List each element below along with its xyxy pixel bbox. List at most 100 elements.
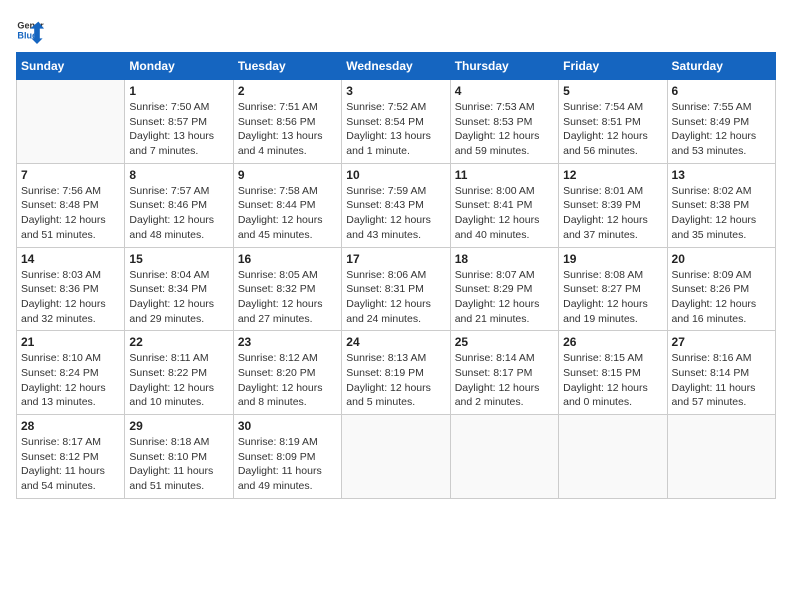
day-number: 10 [346, 168, 445, 182]
logo-icon: General Blue [16, 16, 44, 44]
day-number: 12 [563, 168, 662, 182]
day-number: 17 [346, 252, 445, 266]
day-info: Sunrise: 7:53 AM Sunset: 8:53 PM Dayligh… [455, 100, 554, 159]
day-number: 1 [129, 84, 228, 98]
column-header-tuesday: Tuesday [233, 53, 341, 80]
calendar-week-row: 1 Sunrise: 7:50 AM Sunset: 8:57 PM Daylig… [17, 80, 776, 164]
day-number: 14 [21, 252, 120, 266]
calendar-cell: 4 Sunrise: 7:53 AM Sunset: 8:53 PM Daylig… [450, 80, 558, 164]
day-info: Sunrise: 8:05 AM Sunset: 8:32 PM Dayligh… [238, 268, 337, 327]
day-number: 20 [672, 252, 771, 266]
page-header: General Blue [16, 16, 776, 44]
day-number: 7 [21, 168, 120, 182]
calendar-cell: 25 Sunrise: 8:14 AM Sunset: 8:17 PM Dayli… [450, 331, 558, 415]
day-info: Sunrise: 8:13 AM Sunset: 8:19 PM Dayligh… [346, 351, 445, 410]
day-info: Sunrise: 7:51 AM Sunset: 8:56 PM Dayligh… [238, 100, 337, 159]
column-header-wednesday: Wednesday [342, 53, 450, 80]
calendar-week-row: 21 Sunrise: 8:10 AM Sunset: 8:24 PM Dayli… [17, 331, 776, 415]
calendar-cell [342, 415, 450, 499]
day-info: Sunrise: 8:01 AM Sunset: 8:39 PM Dayligh… [563, 184, 662, 243]
calendar-cell: 1 Sunrise: 7:50 AM Sunset: 8:57 PM Daylig… [125, 80, 233, 164]
calendar-cell: 28 Sunrise: 8:17 AM Sunset: 8:12 PM Dayli… [17, 415, 125, 499]
day-info: Sunrise: 8:19 AM Sunset: 8:09 PM Dayligh… [238, 435, 337, 494]
day-number: 8 [129, 168, 228, 182]
calendar-cell [667, 415, 775, 499]
calendar-cell [17, 80, 125, 164]
calendar-cell: 22 Sunrise: 8:11 AM Sunset: 8:22 PM Dayli… [125, 331, 233, 415]
calendar-cell: 16Sunrise: 8:05 AM Sunset: 8:32 PM Dayli… [233, 247, 341, 331]
calendar-cell: 10 Sunrise: 7:59 AM Sunset: 8:43 PM Dayli… [342, 163, 450, 247]
day-number: 21 [21, 335, 120, 349]
day-info: Sunrise: 7:55 AM Sunset: 8:49 PM Dayligh… [672, 100, 771, 159]
day-info: Sunrise: 8:04 AM Sunset: 8:34 PM Dayligh… [129, 268, 228, 327]
calendar-cell: 18 Sunrise: 8:07 AM Sunset: 8:29 PM Dayli… [450, 247, 558, 331]
day-info: Sunrise: 8:03 AM Sunset: 8:36 PM Dayligh… [21, 268, 120, 327]
column-header-thursday: Thursday [450, 53, 558, 80]
day-number: 19 [563, 252, 662, 266]
day-info: Sunrise: 8:07 AM Sunset: 8:29 PM Dayligh… [455, 268, 554, 327]
calendar-cell: 23 Sunrise: 8:12 AM Sunset: 8:20 PM Dayli… [233, 331, 341, 415]
day-number: 22 [129, 335, 228, 349]
calendar-cell [450, 415, 558, 499]
day-number: 30 [238, 419, 337, 433]
day-number: 29 [129, 419, 228, 433]
column-header-sunday: Sunday [17, 53, 125, 80]
calendar-week-row: 7 Sunrise: 7:56 AM Sunset: 8:48 PM Daylig… [17, 163, 776, 247]
calendar-cell: 30 Sunrise: 8:19 AM Sunset: 8:09 PM Dayli… [233, 415, 341, 499]
logo: General Blue [16, 16, 44, 44]
calendar-cell: 21 Sunrise: 8:10 AM Sunset: 8:24 PM Dayli… [17, 331, 125, 415]
calendar-header-row: SundayMondayTuesdayWednesdayThursdayFrid… [17, 53, 776, 80]
calendar-week-row: 28 Sunrise: 8:17 AM Sunset: 8:12 PM Dayli… [17, 415, 776, 499]
calendar-cell: 17 Sunrise: 8:06 AM Sunset: 8:31 PM Dayli… [342, 247, 450, 331]
day-info: Sunrise: 7:52 AM Sunset: 8:54 PM Dayligh… [346, 100, 445, 159]
day-info: Sunrise: 7:57 AM Sunset: 8:46 PM Dayligh… [129, 184, 228, 243]
day-number: 24 [346, 335, 445, 349]
day-number: 9 [238, 168, 337, 182]
day-info: Sunrise: 8:15 AM Sunset: 8:15 PM Dayligh… [563, 351, 662, 410]
day-info: Sunrise: 8:11 AM Sunset: 8:22 PM Dayligh… [129, 351, 228, 410]
calendar-cell: 15 Sunrise: 8:04 AM Sunset: 8:34 PM Dayli… [125, 247, 233, 331]
column-header-friday: Friday [559, 53, 667, 80]
column-header-monday: Monday [125, 53, 233, 80]
calendar-cell: 7 Sunrise: 7:56 AM Sunset: 8:48 PM Daylig… [17, 163, 125, 247]
day-info: Sunrise: 7:54 AM Sunset: 8:51 PM Dayligh… [563, 100, 662, 159]
day-info: Sunrise: 8:09 AM Sunset: 8:26 PM Dayligh… [672, 268, 771, 327]
calendar-cell: 6 Sunrise: 7:55 AM Sunset: 8:49 PM Daylig… [667, 80, 775, 164]
day-info: Sunrise: 8:14 AM Sunset: 8:17 PM Dayligh… [455, 351, 554, 410]
day-number: 28 [21, 419, 120, 433]
day-info: Sunrise: 8:00 AM Sunset: 8:41 PM Dayligh… [455, 184, 554, 243]
calendar-cell: 26 Sunrise: 8:15 AM Sunset: 8:15 PM Dayli… [559, 331, 667, 415]
day-number: 15 [129, 252, 228, 266]
day-number: 26 [563, 335, 662, 349]
day-number: 5 [563, 84, 662, 98]
day-info: Sunrise: 8:16 AM Sunset: 8:14 PM Dayligh… [672, 351, 771, 410]
day-number: 3 [346, 84, 445, 98]
day-number: 4 [455, 84, 554, 98]
calendar-cell: 20 Sunrise: 8:09 AM Sunset: 8:26 PM Dayli… [667, 247, 775, 331]
day-info: Sunrise: 8:10 AM Sunset: 8:24 PM Dayligh… [21, 351, 120, 410]
day-info: Sunrise: 8:08 AM Sunset: 8:27 PM Dayligh… [563, 268, 662, 327]
column-header-saturday: Saturday [667, 53, 775, 80]
calendar-cell: 9Sunrise: 7:58 AM Sunset: 8:44 PM Daylig… [233, 163, 341, 247]
day-info: Sunrise: 8:06 AM Sunset: 8:31 PM Dayligh… [346, 268, 445, 327]
calendar-cell: 12 Sunrise: 8:01 AM Sunset: 8:39 PM Dayli… [559, 163, 667, 247]
calendar-cell: 2Sunrise: 7:51 AM Sunset: 8:56 PM Daylig… [233, 80, 341, 164]
day-info: Sunrise: 8:18 AM Sunset: 8:10 PM Dayligh… [129, 435, 228, 494]
day-number: 18 [455, 252, 554, 266]
calendar-cell: 19 Sunrise: 8:08 AM Sunset: 8:27 PM Dayli… [559, 247, 667, 331]
day-info: Sunrise: 7:56 AM Sunset: 8:48 PM Dayligh… [21, 184, 120, 243]
calendar-cell: 24 Sunrise: 8:13 AM Sunset: 8:19 PM Dayli… [342, 331, 450, 415]
day-info: Sunrise: 7:50 AM Sunset: 8:57 PM Dayligh… [129, 100, 228, 159]
day-info: Sunrise: 8:17 AM Sunset: 8:12 PM Dayligh… [21, 435, 120, 494]
day-info: Sunrise: 8:12 AM Sunset: 8:20 PM Dayligh… [238, 351, 337, 410]
day-info: Sunrise: 7:59 AM Sunset: 8:43 PM Dayligh… [346, 184, 445, 243]
day-number: 25 [455, 335, 554, 349]
day-number: 27 [672, 335, 771, 349]
calendar-cell: 27 Sunrise: 8:16 AM Sunset: 8:14 PM Dayli… [667, 331, 775, 415]
calendar-cell: 14 Sunrise: 8:03 AM Sunset: 8:36 PM Dayli… [17, 247, 125, 331]
day-number: 23 [238, 335, 337, 349]
day-number: 6 [672, 84, 771, 98]
calendar-week-row: 14 Sunrise: 8:03 AM Sunset: 8:36 PM Dayli… [17, 247, 776, 331]
calendar-cell [559, 415, 667, 499]
calendar-cell: 29 Sunrise: 8:18 AM Sunset: 8:10 PM Dayli… [125, 415, 233, 499]
